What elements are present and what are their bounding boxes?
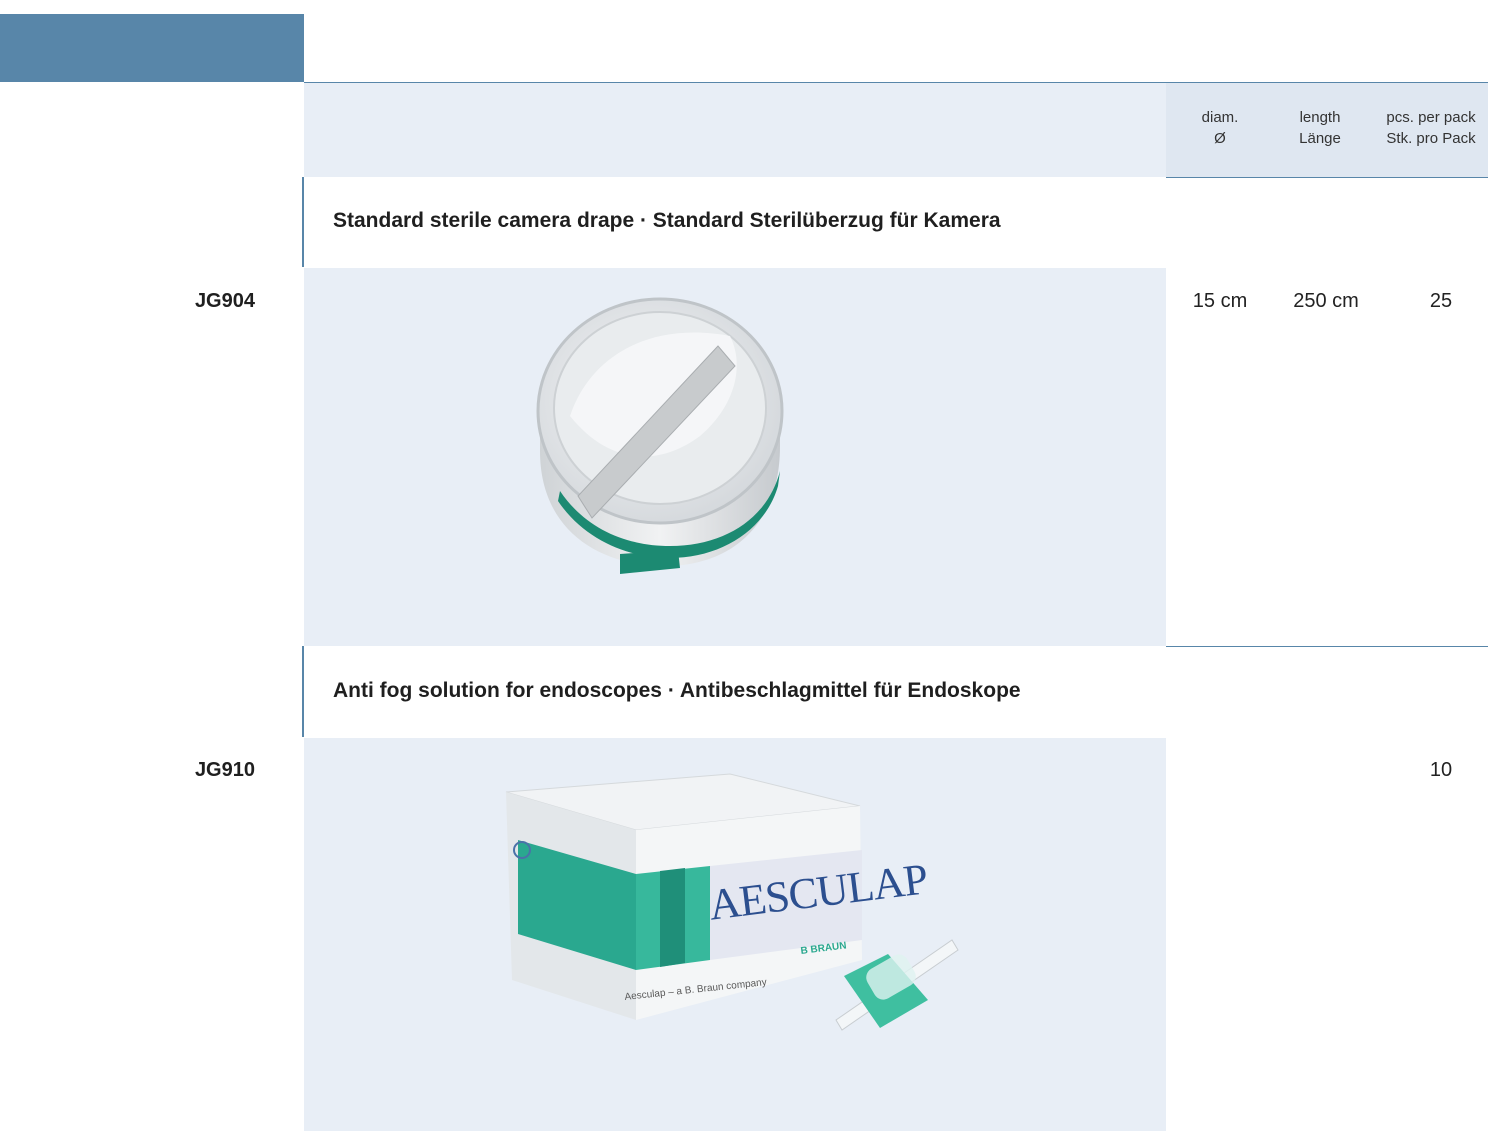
section-2-title: Anti fog solution for endoscopes · Antib… (333, 679, 1021, 702)
anti-fog-box-image: AESCULAP Aesculap – a B. Braun company B… (500, 770, 980, 1040)
section-1-title: Standard sterile camera drape · Standard… (333, 209, 1001, 232)
length-value-1: 250 cm (1293, 290, 1359, 312)
camera-drape-image (530, 296, 790, 586)
header-band-left (304, 83, 1166, 177)
pack-value-1: 25 (1429, 290, 1453, 312)
article-code-2: JG910 (194, 759, 255, 781)
section-2-marker (302, 646, 304, 737)
column-header-rule (1166, 177, 1488, 178)
anti-fog-sachet (835, 939, 959, 1031)
column-header-length: length Länge (1299, 109, 1341, 147)
section-1-marker (302, 177, 304, 267)
pack-value-2: 10 (1429, 759, 1453, 781)
section-2-top-rule (1166, 646, 1488, 647)
header-tab (0, 14, 304, 82)
diameter-value-1: 15 cm (1192, 290, 1248, 312)
article-code-1: JG904 (194, 290, 255, 312)
column-header-pack: pcs. per pack Stk. pro Pack (1386, 109, 1476, 147)
column-header-diam: diam. Ø (1201, 109, 1239, 147)
